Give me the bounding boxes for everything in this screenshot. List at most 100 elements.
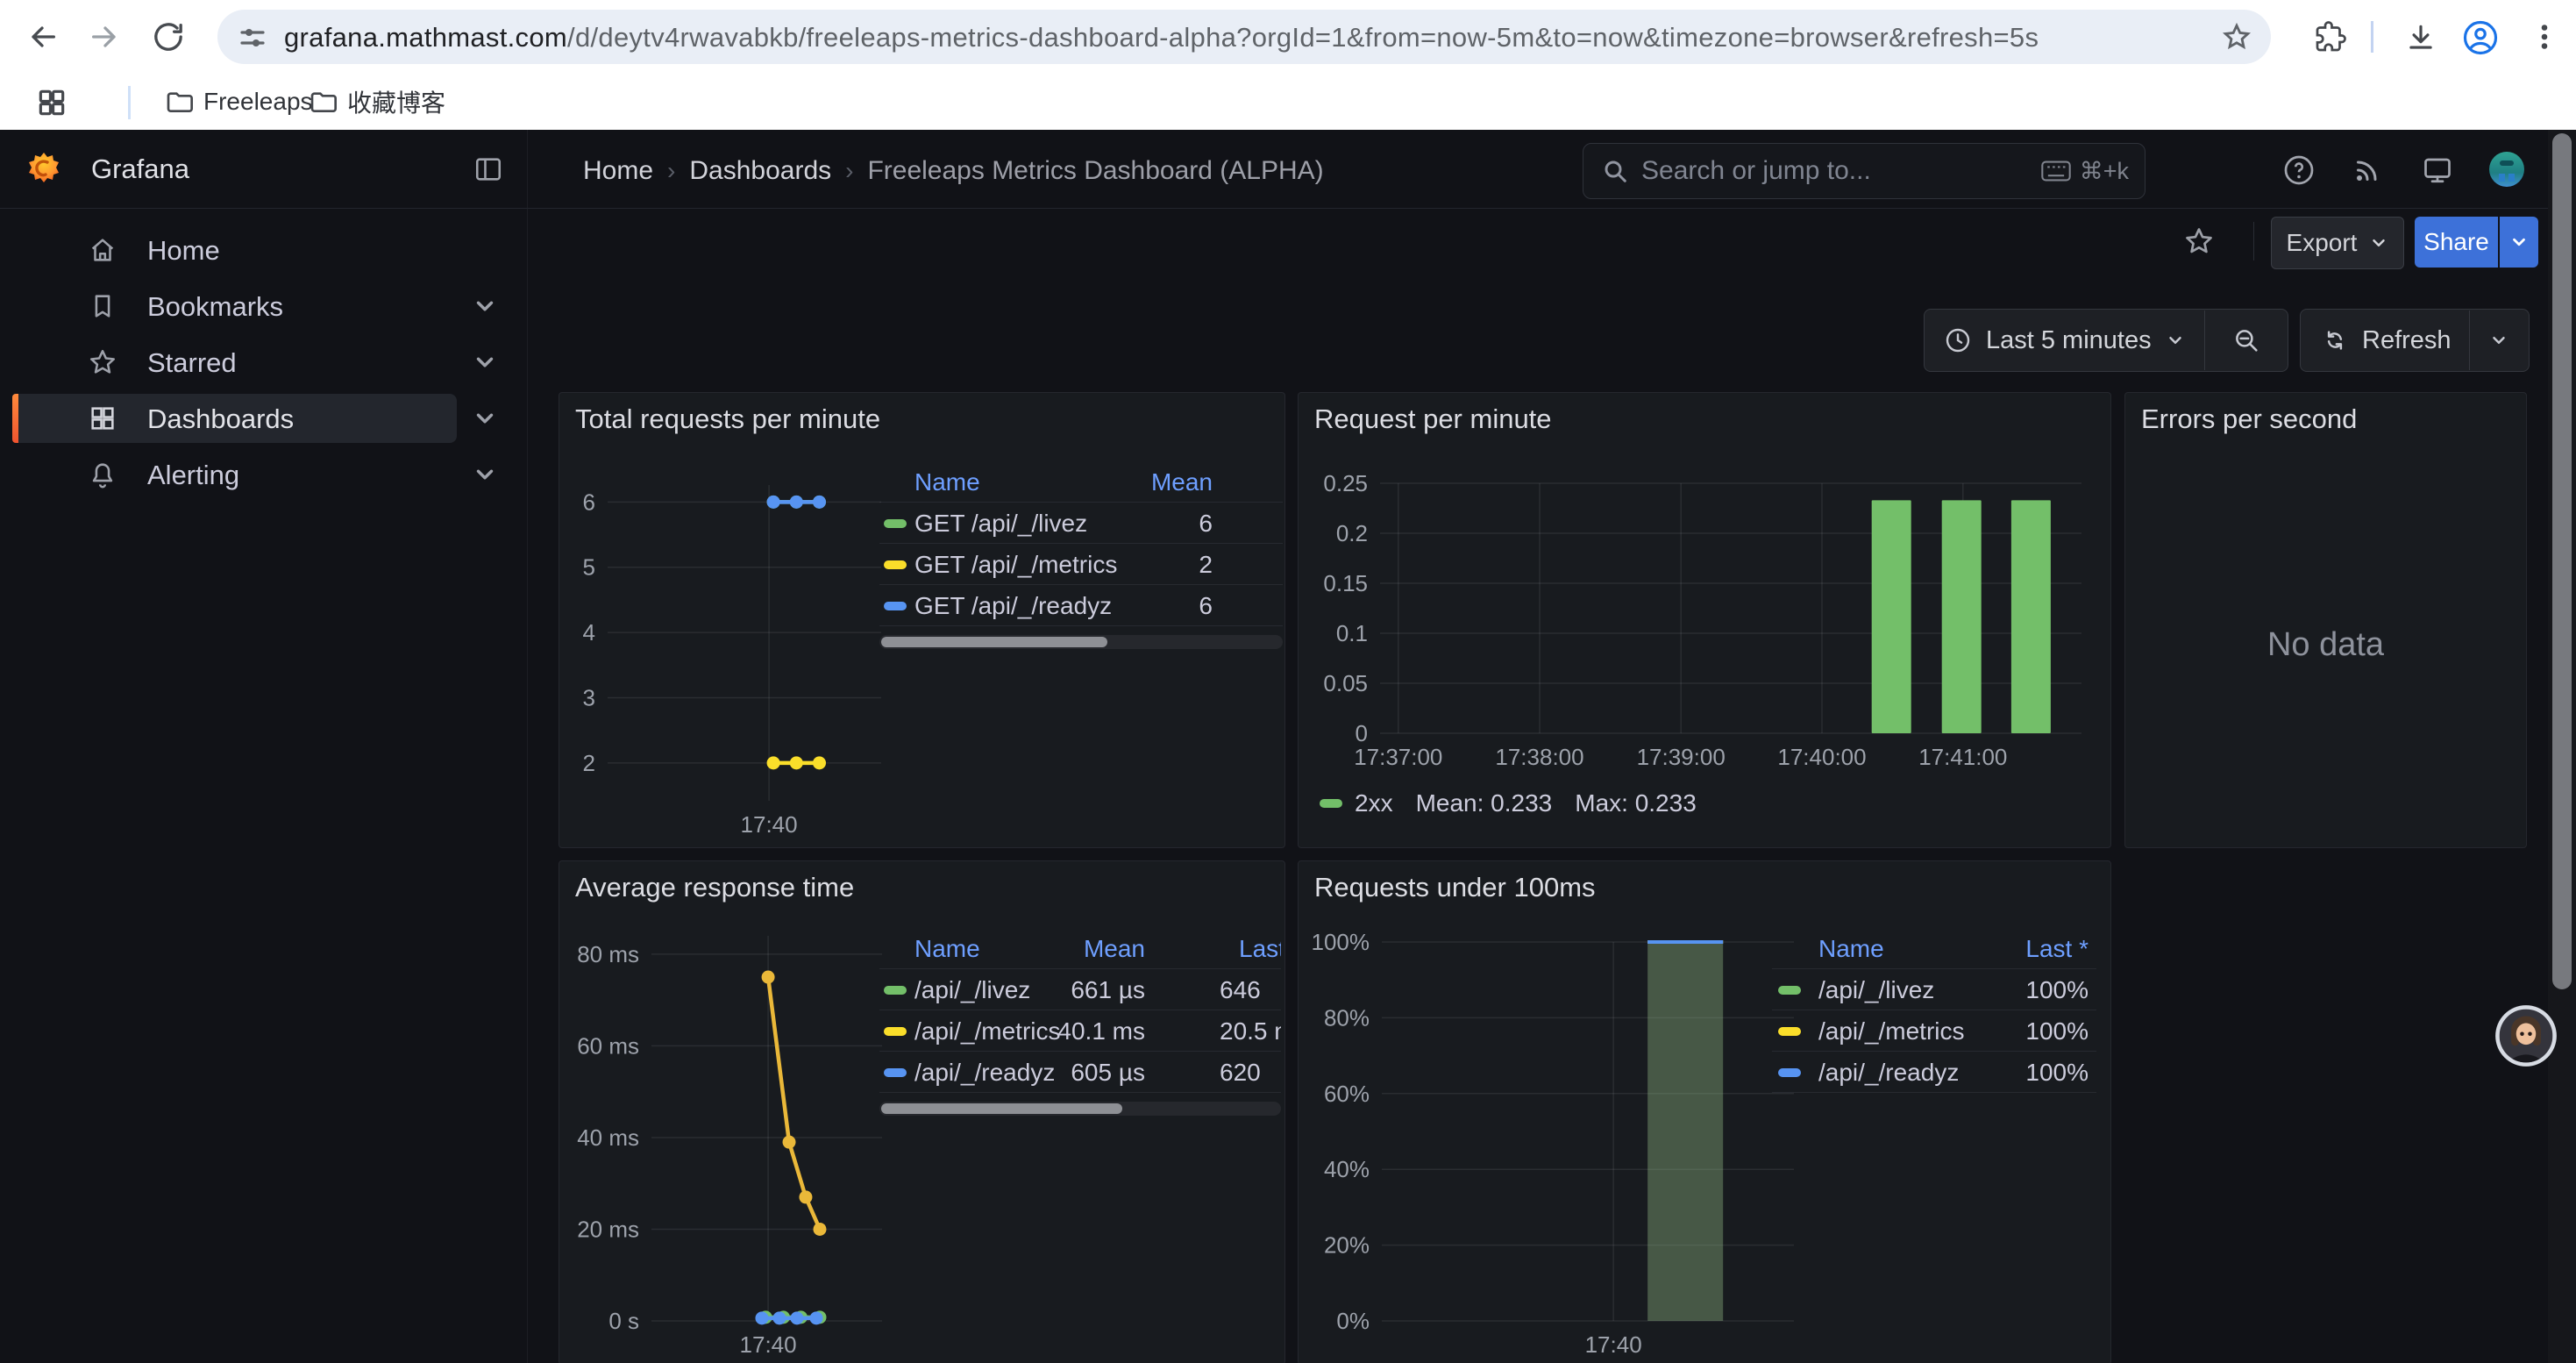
- legend-header-last[interactable]: Last *: [1772, 935, 2089, 963]
- legend-row[interactable]: GET /api/_/metrics2: [879, 543, 1283, 585]
- time-range-label[interactable]: Last 5 minutes: [1986, 326, 2152, 355]
- sidebar-item-label: Alerting: [147, 460, 239, 491]
- grafana-brand[interactable]: Grafana: [91, 153, 189, 185]
- svg-text:0.05: 0.05: [1323, 670, 1368, 696]
- zoom-out-icon[interactable]: [2231, 325, 2261, 355]
- url-host: grafana.mathmast.com: [284, 22, 567, 53]
- bookmark-folder-blogs[interactable]: 收藏博客: [309, 84, 445, 119]
- no-data-message: No data: [2125, 626, 2526, 664]
- chevron-down-icon[interactable]: [472, 461, 498, 488]
- url-bar[interactable]: grafana.mathmast.com/d/deytv4rwavabkb/fr…: [217, 10, 2271, 64]
- url-path: /d/deytv4rwavabkb/freeleaps-metrics-dash…: [567, 22, 2039, 53]
- legend-last-value: 100%: [1772, 1017, 2089, 1045]
- legend-header: NameMean: [879, 463, 1283, 502]
- chevron-down-icon[interactable]: [472, 293, 498, 319]
- legend-row[interactable]: /api/_/livez661 µs646: [879, 968, 1281, 1010]
- refresh-interval-chevron-icon[interactable]: [2489, 331, 2508, 350]
- svg-text:0 s: 0 s: [608, 1308, 639, 1334]
- chevron-down-icon[interactable]: [472, 349, 498, 375]
- legend-row[interactable]: /api/_/livez100%: [1772, 968, 2096, 1010]
- favorite-star-icon[interactable]: [2183, 225, 2215, 257]
- sidebar-item-label: Home: [147, 235, 220, 267]
- panel-errors-per-second: Errors per second No data: [2124, 392, 2527, 848]
- svg-text:6: 6: [583, 489, 595, 515]
- svg-text:17:41:00: 17:41:00: [1918, 744, 2007, 770]
- refresh-label[interactable]: Refresh: [2362, 326, 2451, 355]
- sidebar-item-starred[interactable]: Starred: [12, 338, 457, 387]
- panel-title[interactable]: Total requests per minute: [575, 403, 880, 435]
- share-dropdown-button[interactable]: [2500, 217, 2538, 268]
- legend-row[interactable]: /api/_/readyz605 µs620: [879, 1051, 1281, 1093]
- floating-assistant-avatar[interactable]: [2494, 1004, 2558, 1067]
- svg-text:17:37:00: 17:37:00: [1354, 744, 1442, 770]
- legend-swatch: [1320, 799, 1342, 808]
- menu-dots-icon[interactable]: [2529, 21, 2560, 53]
- panel-title[interactable]: Request per minute: [1314, 403, 1552, 435]
- help-icon[interactable]: [2283, 154, 2315, 186]
- user-avatar[interactable]: [2488, 151, 2525, 188]
- legend-row[interactable]: /api/_/metrics100%: [1772, 1010, 2096, 1052]
- kiosk-monitor-icon[interactable]: [2422, 154, 2453, 186]
- sidebar-item-bookmarks[interactable]: Bookmarks: [12, 282, 457, 331]
- share-button[interactable]: Share: [2415, 217, 2498, 268]
- refresh-icon[interactable]: [2322, 327, 2348, 353]
- reload-icon[interactable]: [151, 19, 186, 54]
- page-scrollbar-thumb[interactable]: [2552, 133, 2572, 989]
- breadcrumb-dashboards[interactable]: Dashboards: [689, 156, 831, 186]
- dock-menu-icon[interactable]: [473, 154, 503, 184]
- download-icon[interactable]: [2404, 21, 2437, 54]
- extensions-icon[interactable]: [2315, 21, 2346, 53]
- legend[interactable]: 2xx Mean: 0.233 Max: 0.233: [1320, 789, 1697, 817]
- sidebar-item-home[interactable]: Home: [12, 225, 457, 275]
- apps-shortcut-icon[interactable]: [35, 86, 68, 119]
- news-rss-icon[interactable]: [2352, 154, 2383, 186]
- export-button[interactable]: Export: [2271, 217, 2404, 269]
- legend-header-mean[interactable]: Mean: [879, 935, 1145, 963]
- svg-text:3: 3: [583, 684, 595, 710]
- breadcrumb: Home › Dashboards › Freeleaps Metrics Da…: [583, 156, 1324, 186]
- legend-header-last[interactable]: Last *: [1239, 935, 1281, 963]
- legend-row[interactable]: /api/_/metrics40.1 ms20.5 ms: [879, 1010, 1281, 1052]
- chevron-down-icon[interactable]: [472, 405, 498, 432]
- panel-title[interactable]: Requests under 100ms: [1314, 872, 1596, 903]
- browser-toolbar: grafana.mathmast.com/d/deytv4rwavabkb/fr…: [0, 0, 2576, 74]
- sidebar-item-alerting[interactable]: Alerting: [12, 450, 457, 499]
- apps-grid-icon: [88, 403, 117, 433]
- breadcrumb-home[interactable]: Home: [583, 156, 653, 186]
- legend-scrollbar-thumb[interactable]: [881, 1103, 1122, 1114]
- legend-mean: Mean: 0.233: [1416, 789, 1553, 817]
- sidebar-item-label: Dashboards: [147, 403, 294, 435]
- legend-row[interactable]: /api/_/readyz100%: [1772, 1051, 2096, 1093]
- forward-icon[interactable]: [88, 19, 123, 54]
- panel-title[interactable]: Average response time: [575, 872, 854, 903]
- bookmark-star-icon[interactable]: [2222, 22, 2252, 52]
- legend-scrollbar-thumb[interactable]: [881, 637, 1107, 647]
- legend-header-mean[interactable]: Mean: [879, 468, 1213, 496]
- chevron-down-icon: [2509, 232, 2529, 252]
- back-icon[interactable]: [25, 19, 60, 54]
- legend-series-name[interactable]: 2xx: [1355, 789, 1393, 817]
- svg-text:17:40:00: 17:40:00: [1777, 744, 1866, 770]
- svg-text:0.25: 0.25: [1323, 470, 1368, 496]
- profile-icon[interactable]: [2462, 19, 2499, 56]
- svg-text:0.1: 0.1: [1336, 620, 1368, 646]
- bookmark-folder-freeleaps[interactable]: Freeleaps: [165, 84, 313, 119]
- svg-text:80 ms: 80 ms: [577, 941, 639, 967]
- search-placeholder: Search or jump to...: [1641, 156, 2041, 186]
- legend-row[interactable]: GET /api/_/readyz6: [879, 584, 1283, 626]
- panel-title[interactable]: Errors per second: [2141, 403, 2357, 435]
- chevron-down-icon[interactable]: [2166, 331, 2185, 350]
- legend-scrollbar-track: [879, 1102, 1281, 1116]
- grafana-logo[interactable]: [26, 151, 61, 186]
- svg-text:0%: 0%: [1336, 1308, 1370, 1334]
- breadcrumb-separator: ›: [667, 157, 675, 185]
- search-input[interactable]: Search or jump to... ⌘+k: [1583, 143, 2145, 199]
- breadcrumb-separator: ›: [845, 157, 853, 185]
- svg-text:0.15: 0.15: [1323, 570, 1368, 596]
- svg-text:17:38:00: 17:38:00: [1495, 744, 1583, 770]
- site-settings-icon[interactable]: [238, 24, 267, 52]
- sidebar-item-dashboards[interactable]: Dashboards: [12, 394, 457, 443]
- svg-text:2: 2: [583, 750, 595, 776]
- legend-row[interactable]: GET /api/_/livez6: [879, 502, 1283, 544]
- legend-last-value: 646: [1220, 976, 1261, 1004]
